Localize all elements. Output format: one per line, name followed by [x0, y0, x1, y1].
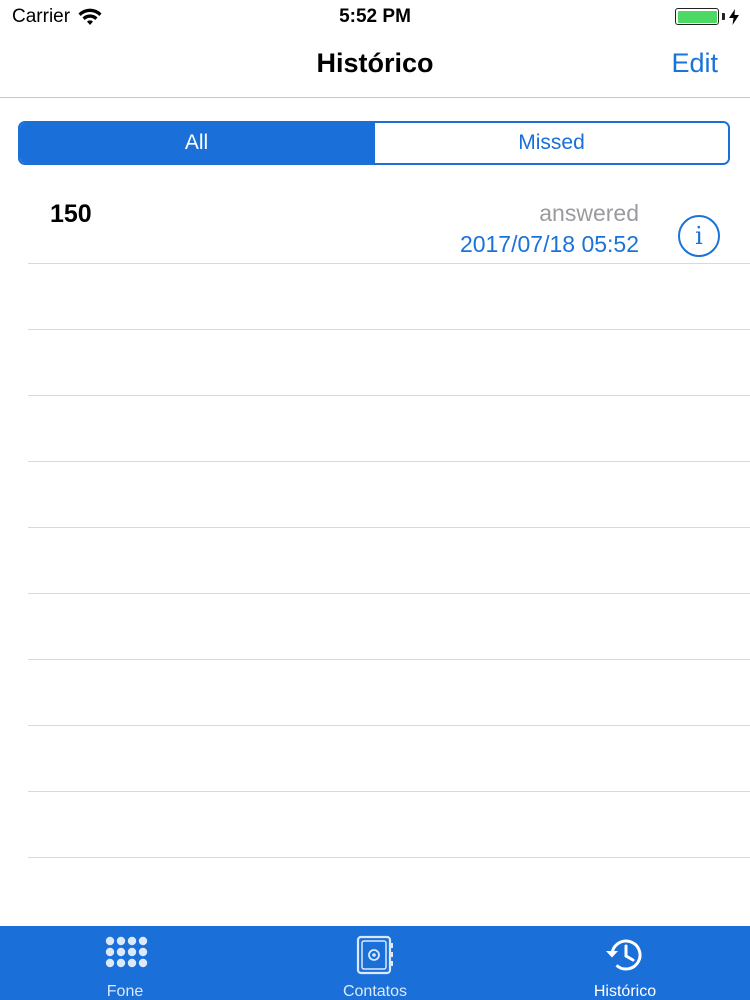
tab-bar: Fone Contatos Histórico [0, 926, 750, 1000]
contacts-book-icon [352, 935, 398, 975]
history-clock-icon [602, 935, 648, 975]
tab-contatos[interactable]: Contatos [250, 926, 500, 1000]
status-bar: Carrier 5:52 PM [0, 0, 750, 34]
call-history-row[interactable]: 150 answered 2017/07/18 05:52 i [28, 186, 750, 264]
call-number: 150 [50, 200, 92, 228]
table-separator [28, 659, 750, 660]
battery-indicator [675, 8, 740, 25]
tab-historico[interactable]: Histórico [500, 926, 750, 1000]
segment-all[interactable]: All [20, 123, 373, 163]
table-separator [28, 593, 750, 594]
table-separator [28, 725, 750, 726]
tab-fone[interactable]: Fone [0, 926, 250, 1000]
status-time: 5:52 PM [339, 6, 411, 27]
table-separator [28, 791, 750, 792]
charging-bolt-icon [729, 8, 739, 25]
table-separator [28, 857, 750, 858]
edit-button[interactable]: Edit [671, 48, 718, 79]
keypad-icon [102, 935, 148, 975]
table-separator [28, 329, 750, 330]
tab-label-fone: Fone [106, 983, 144, 1000]
info-icon[interactable]: i [678, 215, 720, 257]
page-title: Histórico [316, 48, 434, 78]
navigation-bar: Histórico Edit [0, 34, 750, 98]
table-separator [28, 527, 750, 528]
call-filter-segmented-control: All Missed [18, 121, 730, 165]
battery-icon [675, 8, 719, 25]
table-separator [28, 461, 750, 462]
call-datetime: 2017/07/18 05:52 [459, 231, 639, 257]
segment-missed[interactable]: Missed [373, 123, 728, 163]
tab-label-historico: Histórico [593, 983, 657, 1000]
tab-label-contatos: Contatos [342, 983, 408, 1000]
table-separator [28, 395, 750, 396]
call-status: answered [539, 200, 639, 226]
